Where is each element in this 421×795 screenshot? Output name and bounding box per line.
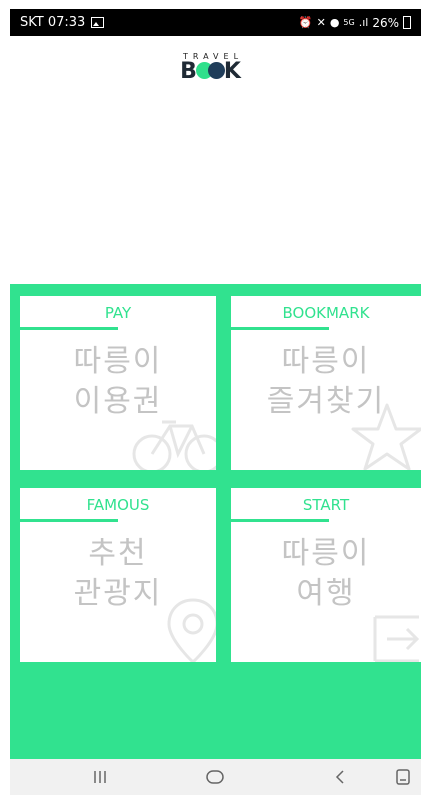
home-icon <box>206 770 224 784</box>
pay-card[interactable]: PAY 따릉이 이용권 <box>20 296 216 470</box>
app-logo: TRAVEL BK <box>0 52 421 83</box>
alarm-icon: ⏰ <box>298 16 313 29</box>
bookmark-card-title: BOOKMARK <box>282 304 370 322</box>
start-card-line2: 여행 <box>296 576 356 611</box>
bookmark-card-label: 따릉이 즐겨찾기 <box>231 342 421 422</box>
bookmark-card[interactable]: BOOKMARK 따릉이 즐겨찾기 <box>231 296 421 470</box>
home-button[interactable] <box>195 759 235 795</box>
bicycle-icon <box>132 420 216 470</box>
pay-card-line1: 따릉이 <box>73 344 163 379</box>
logo-letter-k: K <box>223 59 241 84</box>
keyboard-icon <box>396 769 410 785</box>
system-nav-bar <box>10 759 421 795</box>
back-button[interactable] <box>320 759 360 795</box>
carrier-time: SKT 07:33 <box>20 15 86 30</box>
famous-card-line1: 추천 <box>88 536 148 571</box>
famous-card-underline <box>20 519 118 522</box>
start-card-underline <box>231 519 329 522</box>
keyboard-button[interactable] <box>388 759 418 795</box>
famous-card-label: 추천 관광지 <box>20 534 216 614</box>
start-card-line1: 따릉이 <box>281 536 371 571</box>
logo-navy-circle <box>207 62 225 79</box>
recent-apps-button[interactable] <box>80 759 120 795</box>
exit-arrow-icon <box>373 615 420 662</box>
location-icon: ● <box>329 16 340 29</box>
battery-percent: 26% <box>372 15 399 30</box>
pay-card-line2: 이용권 <box>73 384 163 419</box>
bookmark-card-underline <box>231 327 329 330</box>
logo-wordmark: BK <box>0 61 421 83</box>
start-card-title: START <box>302 496 350 514</box>
battery-icon <box>403 16 411 29</box>
menu-panel: PAY 따릉이 이용권 BOOKMARK 따릉이 즐겨찾기 FAMOUS 추천 … <box>10 284 421 759</box>
famous-card[interactable]: FAMOUS 추천 관광지 <box>20 488 216 662</box>
logo-subtitle: TRAVEL <box>182 52 244 61</box>
recent-apps-icon <box>94 771 106 783</box>
bookmark-card-line1: 따릉이 <box>281 344 371 379</box>
status-bar: SKT 07:33 ⏰ ✕ ● 5G .ıl 26% <box>10 9 421 36</box>
back-icon <box>335 770 344 784</box>
start-card-label: 따릉이 여행 <box>231 534 421 614</box>
bookmark-card-line2: 즐겨찾기 <box>266 384 386 419</box>
network-label: 5G <box>343 18 355 27</box>
pay-card-underline <box>20 327 118 330</box>
pay-card-title: PAY <box>104 304 132 322</box>
signal-icon: .ıl <box>358 16 369 29</box>
famous-card-title: FAMOUS <box>86 496 150 514</box>
famous-card-line2: 관광지 <box>73 576 163 611</box>
pay-card-label: 따릉이 이용권 <box>20 342 216 422</box>
logo-letter-b: B <box>180 59 197 84</box>
start-card[interactable]: START 따릉이 여행 <box>231 488 421 662</box>
image-notification-icon <box>91 17 105 28</box>
mute-icon: ✕ <box>316 16 326 29</box>
